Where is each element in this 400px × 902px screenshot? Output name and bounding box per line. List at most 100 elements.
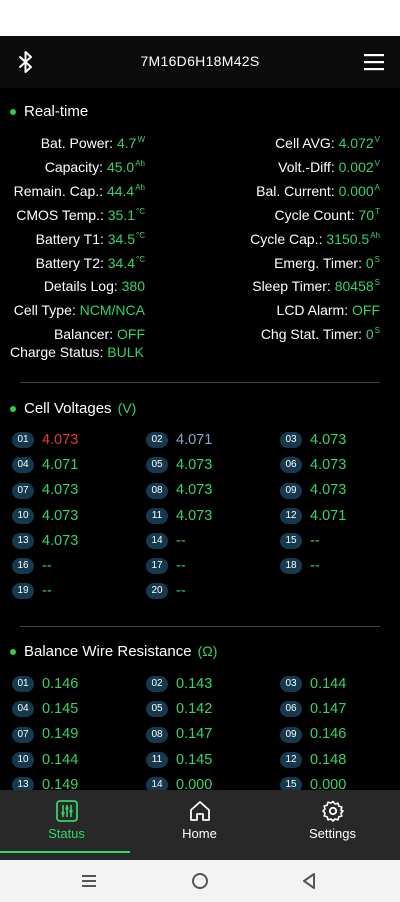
wire-resistance-heading: Balance Wire Resistance (Ω)	[10, 643, 217, 660]
wire-resistance-item: 10 0.144	[12, 751, 78, 772]
cell-value: 0.149	[42, 726, 79, 743]
realtime-unit: A	[374, 182, 380, 192]
cell-number-badge: 15	[280, 776, 302, 790]
realtime-label: CMOS Temp.:	[16, 206, 104, 223]
realtime-label: Sleep Timer:	[252, 278, 331, 295]
bullet-icon	[10, 406, 16, 413]
cell-value: --	[176, 532, 186, 549]
wire-resistance-item: 02 0.143	[146, 676, 212, 696]
realtime-label: Details Log:	[43, 278, 118, 295]
cell-number-badge: 01	[12, 676, 34, 693]
nav-settings-label: Settings	[309, 826, 356, 841]
status-content[interactable]: Real-time Bat. Power: 4.7W Capacity: 45.0…	[0, 88, 400, 790]
system-status-bar	[0, 0, 400, 36]
system-nav-bar	[0, 860, 400, 902]
home-circle-icon[interactable]	[191, 872, 209, 890]
realtime-value: 35.1	[107, 206, 136, 223]
cell-value: 0.149	[42, 776, 79, 790]
wire-resistance-item: 04 0.145	[12, 701, 78, 721]
nav-home[interactable]: Home	[133, 790, 266, 860]
nav-settings[interactable]: Settings	[266, 790, 399, 860]
cell-value: 0.000	[176, 776, 213, 790]
realtime-unit: S	[374, 326, 380, 336]
realtime-label: Remain. Cap.:	[13, 182, 104, 199]
cell-number-badge: 20	[146, 583, 168, 600]
cell-voltages-heading: Cell Voltages (V)	[10, 400, 136, 417]
realtime-row: Sleep Timer: 80458S	[252, 278, 380, 294]
cell-voltage-item: 13 4.073	[12, 532, 78, 553]
realtime-unit: T	[375, 206, 380, 216]
realtime-heading: Real-time	[10, 103, 88, 120]
menu-icon[interactable]	[364, 52, 384, 72]
cell-voltage-item: 19 --	[12, 583, 52, 603]
realtime-unit: S	[374, 278, 380, 288]
cell-value: 4.071	[310, 507, 347, 524]
realtime-row: Emerg. Timer: 0S	[274, 255, 380, 271]
cell-number-badge: 09	[280, 482, 302, 499]
realtime-label: Bal. Current:	[256, 182, 335, 199]
cell-voltage-item: 06 4.073	[280, 457, 346, 477]
realtime-row: Details Log: 380	[44, 278, 145, 294]
cell-value: 0.147	[176, 726, 213, 743]
nav-status[interactable]: Status	[0, 790, 133, 860]
realtime-label: Chg Stat. Timer:	[260, 326, 362, 343]
cell-number-badge: 08	[146, 726, 168, 743]
realtime-row: Battery T2: 34.4°C	[36, 255, 145, 271]
cell-value: 0.000	[310, 776, 347, 790]
app-title: 7M16D6H18M42S	[140, 53, 260, 69]
nav-status-label: Status	[48, 826, 85, 841]
cell-value: 4.073	[42, 482, 79, 499]
cell-value: 0.143	[176, 676, 213, 693]
realtime-label: LCD Alarm:	[276, 302, 349, 319]
cell-voltage-item: 01 4.073	[12, 432, 78, 452]
cell-number-badge: 08	[146, 482, 168, 499]
realtime-unit: °C	[136, 254, 145, 264]
realtime-value: 0.002	[338, 158, 374, 175]
realtime-value: 80458	[334, 278, 374, 295]
cell-voltage-item: 20 --	[146, 583, 186, 603]
cell-number-badge: 04	[12, 701, 34, 718]
cell-number-badge: 06	[280, 457, 302, 474]
nav-home-label: Home	[182, 826, 217, 841]
cell-value: --	[42, 583, 52, 600]
wire-resistance-item: 13 0.149	[12, 776, 79, 790]
realtime-value: OFF	[117, 326, 145, 343]
realtime-value: 34.4	[107, 254, 136, 271]
cell-number-badge: 12	[280, 751, 302, 768]
cell-voltage-item: 11 4.073	[146, 507, 212, 528]
cell-value: 4.071	[42, 457, 79, 474]
realtime-unit: Ah	[135, 182, 145, 192]
realtime-label: Emerg. Timer:	[274, 254, 362, 271]
realtime-value: 0.000	[338, 182, 374, 199]
cell-number-badge: 03	[280, 676, 302, 693]
recents-icon[interactable]	[80, 872, 98, 890]
cell-voltage-item: 18 --	[280, 558, 320, 578]
realtime-unit: °C	[136, 230, 145, 240]
realtime-row: Cell AVG: 4.072V	[275, 135, 380, 151]
cell-value: 4.073	[42, 507, 79, 524]
realtime-unit: Ah	[135, 158, 145, 168]
realtime-row: Bal. Current: 0.000A	[256, 183, 380, 199]
app-bar: 7M16D6H18M42S	[0, 36, 400, 88]
charge-status-row: Charge Status: BULK	[10, 344, 144, 360]
realtime-value: 70	[358, 206, 375, 223]
wire-resistance-item: 12 0.148	[280, 751, 346, 772]
cell-number-badge: 13	[12, 532, 34, 549]
cell-voltage-item: 08 4.073	[146, 482, 212, 502]
back-icon[interactable]	[300, 872, 318, 890]
realtime-row: CMOS Temp.: 35.1°C	[16, 207, 145, 223]
gear-icon	[321, 800, 344, 822]
cell-number-badge: 10	[12, 507, 34, 524]
divider	[20, 626, 380, 627]
cell-value: 4.073	[176, 457, 213, 474]
cell-voltage-item: 05 4.073	[146, 457, 212, 477]
cell-number-badge: 09	[280, 726, 302, 743]
cell-value: 4.073	[310, 432, 347, 449]
realtime-label: Battery T1:	[35, 230, 104, 247]
equalizer-icon	[55, 800, 78, 822]
realtime-row: LCD Alarm: OFF	[277, 302, 380, 318]
cell-number-badge: 19	[12, 583, 34, 600]
active-tab-indicator	[0, 851, 130, 853]
realtime-label: Balancer:	[53, 326, 114, 343]
cell-value: --	[176, 583, 186, 600]
